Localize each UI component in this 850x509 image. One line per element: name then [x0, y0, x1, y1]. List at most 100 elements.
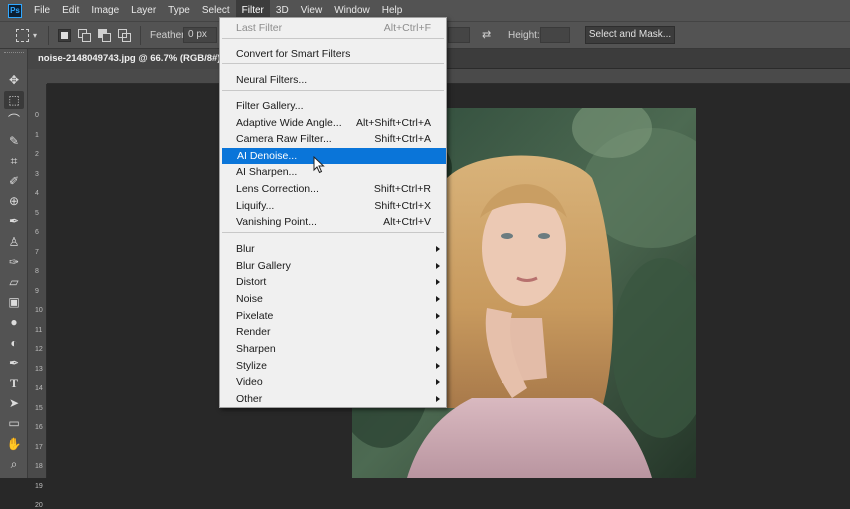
- menu-item-shortcut: Shift+Ctrl+A: [374, 133, 431, 145]
- history-brush-icon[interactable]: ✑: [4, 253, 24, 271]
- tools-panel: ✥ ⬚ ⌒ ✎ ⌗ ✐ ⊕ ✒ ♙ ✑ ▱ ▣ ● ◐ ✒ T ➤ ▭ ✋ ⌕: [0, 49, 28, 478]
- swap-icon[interactable]: ⇄: [482, 22, 491, 49]
- menu-item-label: AI Sharpen...: [236, 166, 298, 178]
- document-tab[interactable]: noise-2148049743.jpg @ 66.7% (RGB/8#): [28, 49, 228, 69]
- filter-menu-item-vanishing-point[interactable]: Vanishing Point... Alt+Ctrl+V: [221, 214, 445, 230]
- ruler-label: 3: [35, 170, 39, 178]
- filter-menu-item-filter-gallery[interactable]: Filter Gallery...: [221, 98, 445, 114]
- menu-item-label: Blur Gallery: [236, 260, 291, 272]
- stamp-icon[interactable]: ♙: [4, 233, 24, 251]
- menu-separator: [222, 63, 444, 64]
- menu-item-label: Camera Raw Filter...: [236, 133, 332, 145]
- toolbar-grip[interactable]: [4, 52, 24, 56]
- filter-menu: Last Filter Alt+Ctrl+F Convert for Smart F…: [219, 17, 447, 408]
- filter-menu-item-liquify[interactable]: Liquify... Shift+Ctrl+X: [221, 198, 445, 214]
- menu-separator: [222, 232, 444, 233]
- hand-icon[interactable]: ✋: [4, 435, 24, 453]
- menu-item-label: Adaptive Wide Angle...: [236, 117, 342, 129]
- menu-item-label: Render: [236, 326, 271, 338]
- menu-image[interactable]: Image: [85, 0, 125, 21]
- submenu-arrow-icon: [436, 363, 440, 369]
- ruler-label: 6: [35, 229, 39, 236]
- ruler-label: 19: [35, 482, 43, 490]
- blur-icon[interactable]: ●: [4, 313, 24, 331]
- ruler-label: 4: [35, 190, 39, 197]
- new-selection-icon[interactable]: [58, 29, 71, 42]
- ruler-vertical[interactable]: 0 1 2 3 4 5 6 7 8 9 10 11 12 13 14 15 16 17 18 19 20: [28, 84, 47, 509]
- filter-menu-item-ai-denoise[interactable]: AI Denoise...: [222, 148, 446, 164]
- filter-menu-item-last-filter: Last Filter Alt+Ctrl+F: [221, 20, 445, 36]
- eraser-icon[interactable]: ▱: [4, 273, 24, 291]
- ruler-label: 10: [35, 307, 43, 314]
- ruler-origin[interactable]: [28, 69, 47, 84]
- ruler-horizontal[interactable]: [47, 69, 850, 84]
- filter-menu-item-convert-for-smart-filters[interactable]: Convert for Smart Filters: [221, 46, 445, 62]
- ruler-label: 13: [35, 365, 43, 373]
- menu-item-label: Last Filter: [236, 22, 283, 34]
- quick-select-icon[interactable]: ✎: [4, 132, 24, 150]
- filter-menu-item-video[interactable]: Video: [221, 374, 445, 390]
- ruler-label: 16: [35, 424, 43, 431]
- crop-icon[interactable]: ⌗: [4, 152, 24, 170]
- chevron-down-icon[interactable]: ▾: [33, 22, 37, 49]
- feather-input[interactable]: 0 px: [183, 27, 217, 43]
- add-to-selection-icon[interactable]: [78, 29, 91, 42]
- shape-icon[interactable]: ▭: [4, 414, 24, 432]
- type-icon[interactable]: T: [4, 374, 24, 392]
- filter-menu-item-sharpen[interactable]: Sharpen: [221, 341, 445, 357]
- ruler-label: 12: [35, 346, 43, 353]
- filter-menu-item-pixelate[interactable]: Pixelate: [221, 308, 445, 324]
- filter-menu-item-stylize[interactable]: Stylize: [221, 358, 445, 374]
- brush-icon[interactable]: ✒: [4, 212, 24, 230]
- menu-item-shortcut: Alt+Ctrl+F: [383, 22, 431, 34]
- intersect-selection-icon[interactable]: [118, 29, 131, 42]
- menu-edit[interactable]: Edit: [56, 0, 85, 21]
- filter-menu-item-distort[interactable]: Distort: [221, 274, 445, 290]
- submenu-arrow-icon: [436, 379, 440, 385]
- ruler-label: 7: [35, 248, 39, 256]
- ruler-label: 18: [35, 463, 43, 470]
- zoom-icon[interactable]: ⌕: [4, 455, 24, 473]
- menu-type[interactable]: Type: [162, 0, 196, 21]
- feather-label: Feather:: [150, 30, 188, 41]
- ruler-label: 2: [35, 151, 39, 158]
- ruler-label: 5: [35, 209, 39, 217]
- filter-menu-item-noise[interactable]: Noise: [221, 291, 445, 307]
- filter-menu-item-lens-correction[interactable]: Lens Correction... Shift+Ctrl+R: [221, 181, 445, 197]
- menu-item-shortcut: Shift+Ctrl+X: [374, 200, 431, 212]
- move-icon[interactable]: ✥: [4, 71, 24, 89]
- filter-menu-item-adaptive-wide-angle[interactable]: Adaptive Wide Angle... Alt+Shift+Ctrl+A: [221, 115, 445, 131]
- menu-item-label: Convert for Smart Filters: [236, 48, 351, 60]
- pen-icon[interactable]: ✒: [4, 354, 24, 372]
- filter-menu-item-neural-filters[interactable]: Neural Filters...: [221, 72, 445, 88]
- filter-menu-item-camera-raw-filter[interactable]: Camera Raw Filter... Shift+Ctrl+A: [221, 131, 445, 147]
- lasso-icon[interactable]: ⌒: [4, 111, 24, 129]
- submenu-arrow-icon: [436, 313, 440, 319]
- height-input[interactable]: [540, 27, 570, 43]
- dodge-icon[interactable]: ◐: [4, 334, 24, 352]
- subtract-from-selection-icon[interactable]: [98, 29, 111, 42]
- ruler-label: 14: [35, 385, 43, 392]
- rect-marquee-preset-icon[interactable]: [16, 29, 29, 42]
- filter-menu-item-blur-gallery[interactable]: Blur Gallery: [221, 258, 445, 274]
- select-and-mask-button[interactable]: Select and Mask...: [585, 26, 675, 44]
- filter-menu-item-ai-sharpen[interactable]: AI Sharpen...: [221, 164, 445, 180]
- filter-menu-item-blur[interactable]: Blur: [221, 241, 445, 257]
- marquee-icon[interactable]: ⬚: [4, 91, 24, 110]
- photoshop-logo-icon[interactable]: Ps: [8, 3, 22, 18]
- ruler-label: 8: [35, 268, 39, 275]
- menu-file[interactable]: File: [28, 0, 56, 21]
- width-input[interactable]: [448, 27, 470, 43]
- eyedropper-icon[interactable]: ✐: [4, 172, 24, 190]
- menu-item-label: Neural Filters...: [236, 74, 308, 86]
- submenu-arrow-icon: [436, 246, 440, 252]
- menu-layer[interactable]: Layer: [125, 0, 162, 21]
- path-select-icon[interactable]: ➤: [4, 394, 24, 412]
- menu-item-label: Distort: [236, 276, 267, 288]
- menu-item-label: Filter Gallery...: [236, 100, 304, 112]
- gradient-icon[interactable]: ▣: [4, 293, 24, 311]
- filter-menu-item-other[interactable]: Other: [221, 391, 445, 407]
- ruler-label: 11: [35, 326, 43, 334]
- healing-icon[interactable]: ⊕: [4, 192, 24, 210]
- filter-menu-item-render[interactable]: Render: [221, 324, 445, 340]
